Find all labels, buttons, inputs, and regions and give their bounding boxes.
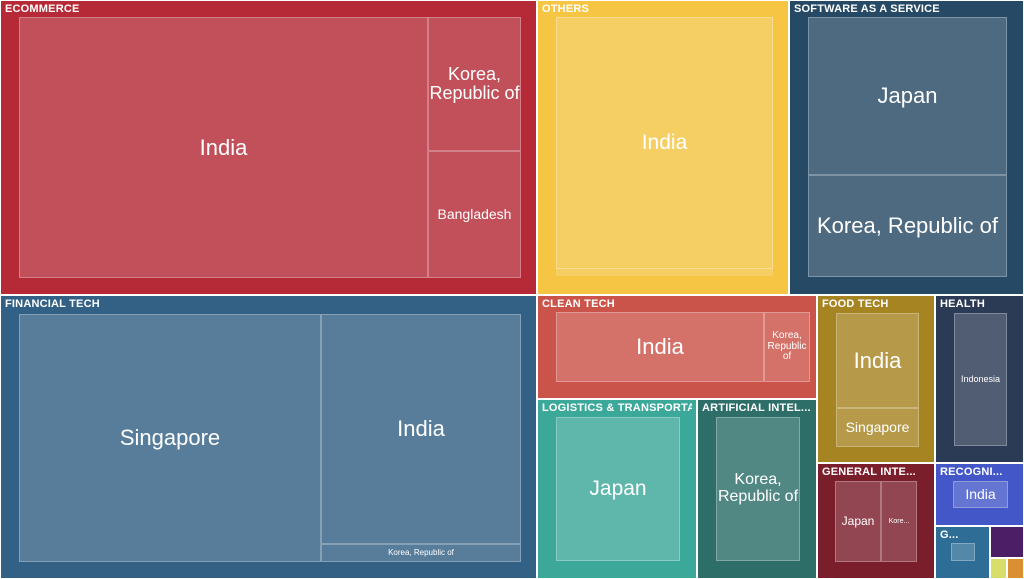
treemap-leaf-singapore[interactable]: Singapore	[19, 314, 321, 562]
leaf-label: Korea, Republic of	[767, 330, 807, 363]
group-title: ECOMMERCE	[5, 3, 80, 15]
leaf-label: India	[853, 347, 902, 373]
group-title: FINANCIAL TECH	[5, 298, 100, 310]
group-inner-area: India	[556, 17, 773, 276]
group-title: SOFTWARE AS A SERVICE	[794, 3, 940, 15]
treemap-leaf-singapore[interactable]: Singapore	[836, 408, 919, 447]
treemap-group-financial-tech[interactable]: FINANCIAL TECH Singapore India Korea, Repub…	[0, 295, 537, 579]
leaf-label: Japan	[877, 83, 938, 109]
treemap-leaf-korea-republic-of[interactable]: Korea, Republic of	[808, 175, 1007, 277]
treemap-leaf-korea-republic-of[interactable]: Korea, Republic of	[428, 17, 521, 151]
treemap-leaf-japan[interactable]: Japan	[835, 481, 881, 562]
group-title: ARTIFICIAL INTEL...	[702, 402, 811, 414]
leaf-label: India	[397, 416, 445, 442]
treemap-leaf-india[interactable]: India	[836, 313, 919, 408]
treemap-group-lime[interactable]	[990, 558, 1007, 579]
treemap-chart: ECOMMERCE India Korea, Republic of Banglade…	[0, 0, 1024, 579]
leaf-label: Japan	[589, 476, 647, 500]
group-inner-area: India Singapore	[836, 313, 919, 447]
treemap-leaf-india[interactable]: India	[19, 17, 428, 278]
treemap-group-software-as-a-service[interactable]: SOFTWARE AS A SERVICE Japan Korea, Republi…	[789, 0, 1024, 295]
group-title: LOGISTICS & TRANSPORTA...	[542, 402, 692, 414]
leaf-label: Singapore	[845, 419, 910, 436]
treemap-leaf-japan[interactable]: Japan	[556, 417, 680, 561]
treemap-leaf-korea-republic-of[interactable]: Korea, Republic of	[321, 544, 521, 562]
treemap-leaf-korea-republic-of[interactable]: Korea, Republic of	[764, 312, 810, 382]
treemap-leaf-india[interactable]: India	[321, 314, 521, 544]
leaf-label: India	[199, 134, 248, 160]
treemap-group-general-internet[interactable]: GENERAL INTE... Japan Kore...	[817, 463, 935, 579]
treemap-leaf-bangladesh[interactable]: Bangladesh	[428, 151, 521, 278]
group-title: OTHERS	[542, 3, 590, 15]
leaf-label: Indonesia	[960, 373, 1001, 384]
treemap-group-recognition[interactable]: RECOGNI... India	[935, 463, 1024, 526]
treemap-leaf-indonesia[interactable]: Indonesia	[954, 313, 1007, 446]
treemap-leaf-korea-republic-of[interactable]: Kore...	[881, 481, 917, 562]
treemap-group-artificial-intelligence[interactable]: ARTIFICIAL INTEL... Korea, Republic of	[697, 399, 817, 579]
group-inner-area: Japan Kore...	[835, 481, 917, 562]
treemap-leaf-india[interactable]: India	[556, 312, 764, 382]
treemap-leaf-unlabeled[interactable]	[951, 543, 975, 561]
group-inner-area: Indonesia	[954, 313, 1007, 446]
treemap-leaf-india[interactable]: India	[556, 17, 773, 269]
group-title: HEALTH	[940, 298, 985, 310]
group-inner-area: Korea, Republic of	[716, 417, 800, 561]
treemap-group-g[interactable]: G...	[935, 526, 990, 579]
leaf-label: Korea, Republic of	[817, 213, 998, 239]
treemap-group-clean-tech[interactable]: CLEAN TECH India Korea, Republic of	[537, 295, 817, 399]
group-inner-area: Japan Korea, Republic of	[808, 17, 1007, 277]
leaf-label: Japan	[841, 514, 875, 529]
leaf-label: Korea, Republic of	[388, 547, 454, 557]
group-title: FOOD TECH	[822, 298, 889, 310]
group-title: RECOGNI...	[940, 466, 1003, 478]
leaf-label: Korea, Republic of	[429, 64, 520, 103]
treemap-group-orange[interactable]	[1007, 558, 1024, 579]
leaf-label: India	[636, 334, 684, 360]
treemap-leaf-india[interactable]: India	[953, 481, 1008, 508]
leaf-label: India	[965, 486, 996, 503]
leaf-label: Singapore	[119, 425, 221, 451]
group-inner-area	[951, 543, 975, 561]
treemap-leaf-korea-republic-of[interactable]: Korea, Republic of	[716, 417, 800, 561]
group-inner-area: Singapore India Korea, Republic of	[19, 314, 521, 562]
leaf-label: India	[641, 130, 688, 154]
group-inner-area: India Korea, Republic of Bangladesh	[19, 17, 521, 278]
treemap-group-others[interactable]: OTHERS India	[537, 0, 789, 295]
leaf-label: Bangladesh	[437, 206, 512, 223]
treemap-leaf-japan[interactable]: Japan	[808, 17, 1007, 175]
treemap-group-food-tech[interactable]: FOOD TECH India Singapore	[817, 295, 935, 463]
group-title: CLEAN TECH	[542, 298, 615, 310]
leaf-label: Kore...	[888, 517, 910, 525]
group-inner-area: India	[953, 481, 1008, 508]
treemap-group-ecommerce[interactable]: ECOMMERCE India Korea, Republic of Banglade…	[0, 0, 537, 295]
group-inner-area: India Korea, Republic of	[556, 312, 810, 382]
treemap-group-logistics-and-transportation[interactable]: LOGISTICS & TRANSPORTA... Japan	[537, 399, 697, 579]
group-inner-area: Japan	[556, 417, 680, 561]
group-title: G...	[940, 529, 959, 541]
leaf-label: Korea, Republic of	[717, 471, 799, 505]
treemap-group-health[interactable]: HEALTH Indonesia	[935, 295, 1024, 463]
group-title: GENERAL INTE...	[822, 466, 916, 478]
treemap-group-purple[interactable]	[990, 526, 1024, 558]
